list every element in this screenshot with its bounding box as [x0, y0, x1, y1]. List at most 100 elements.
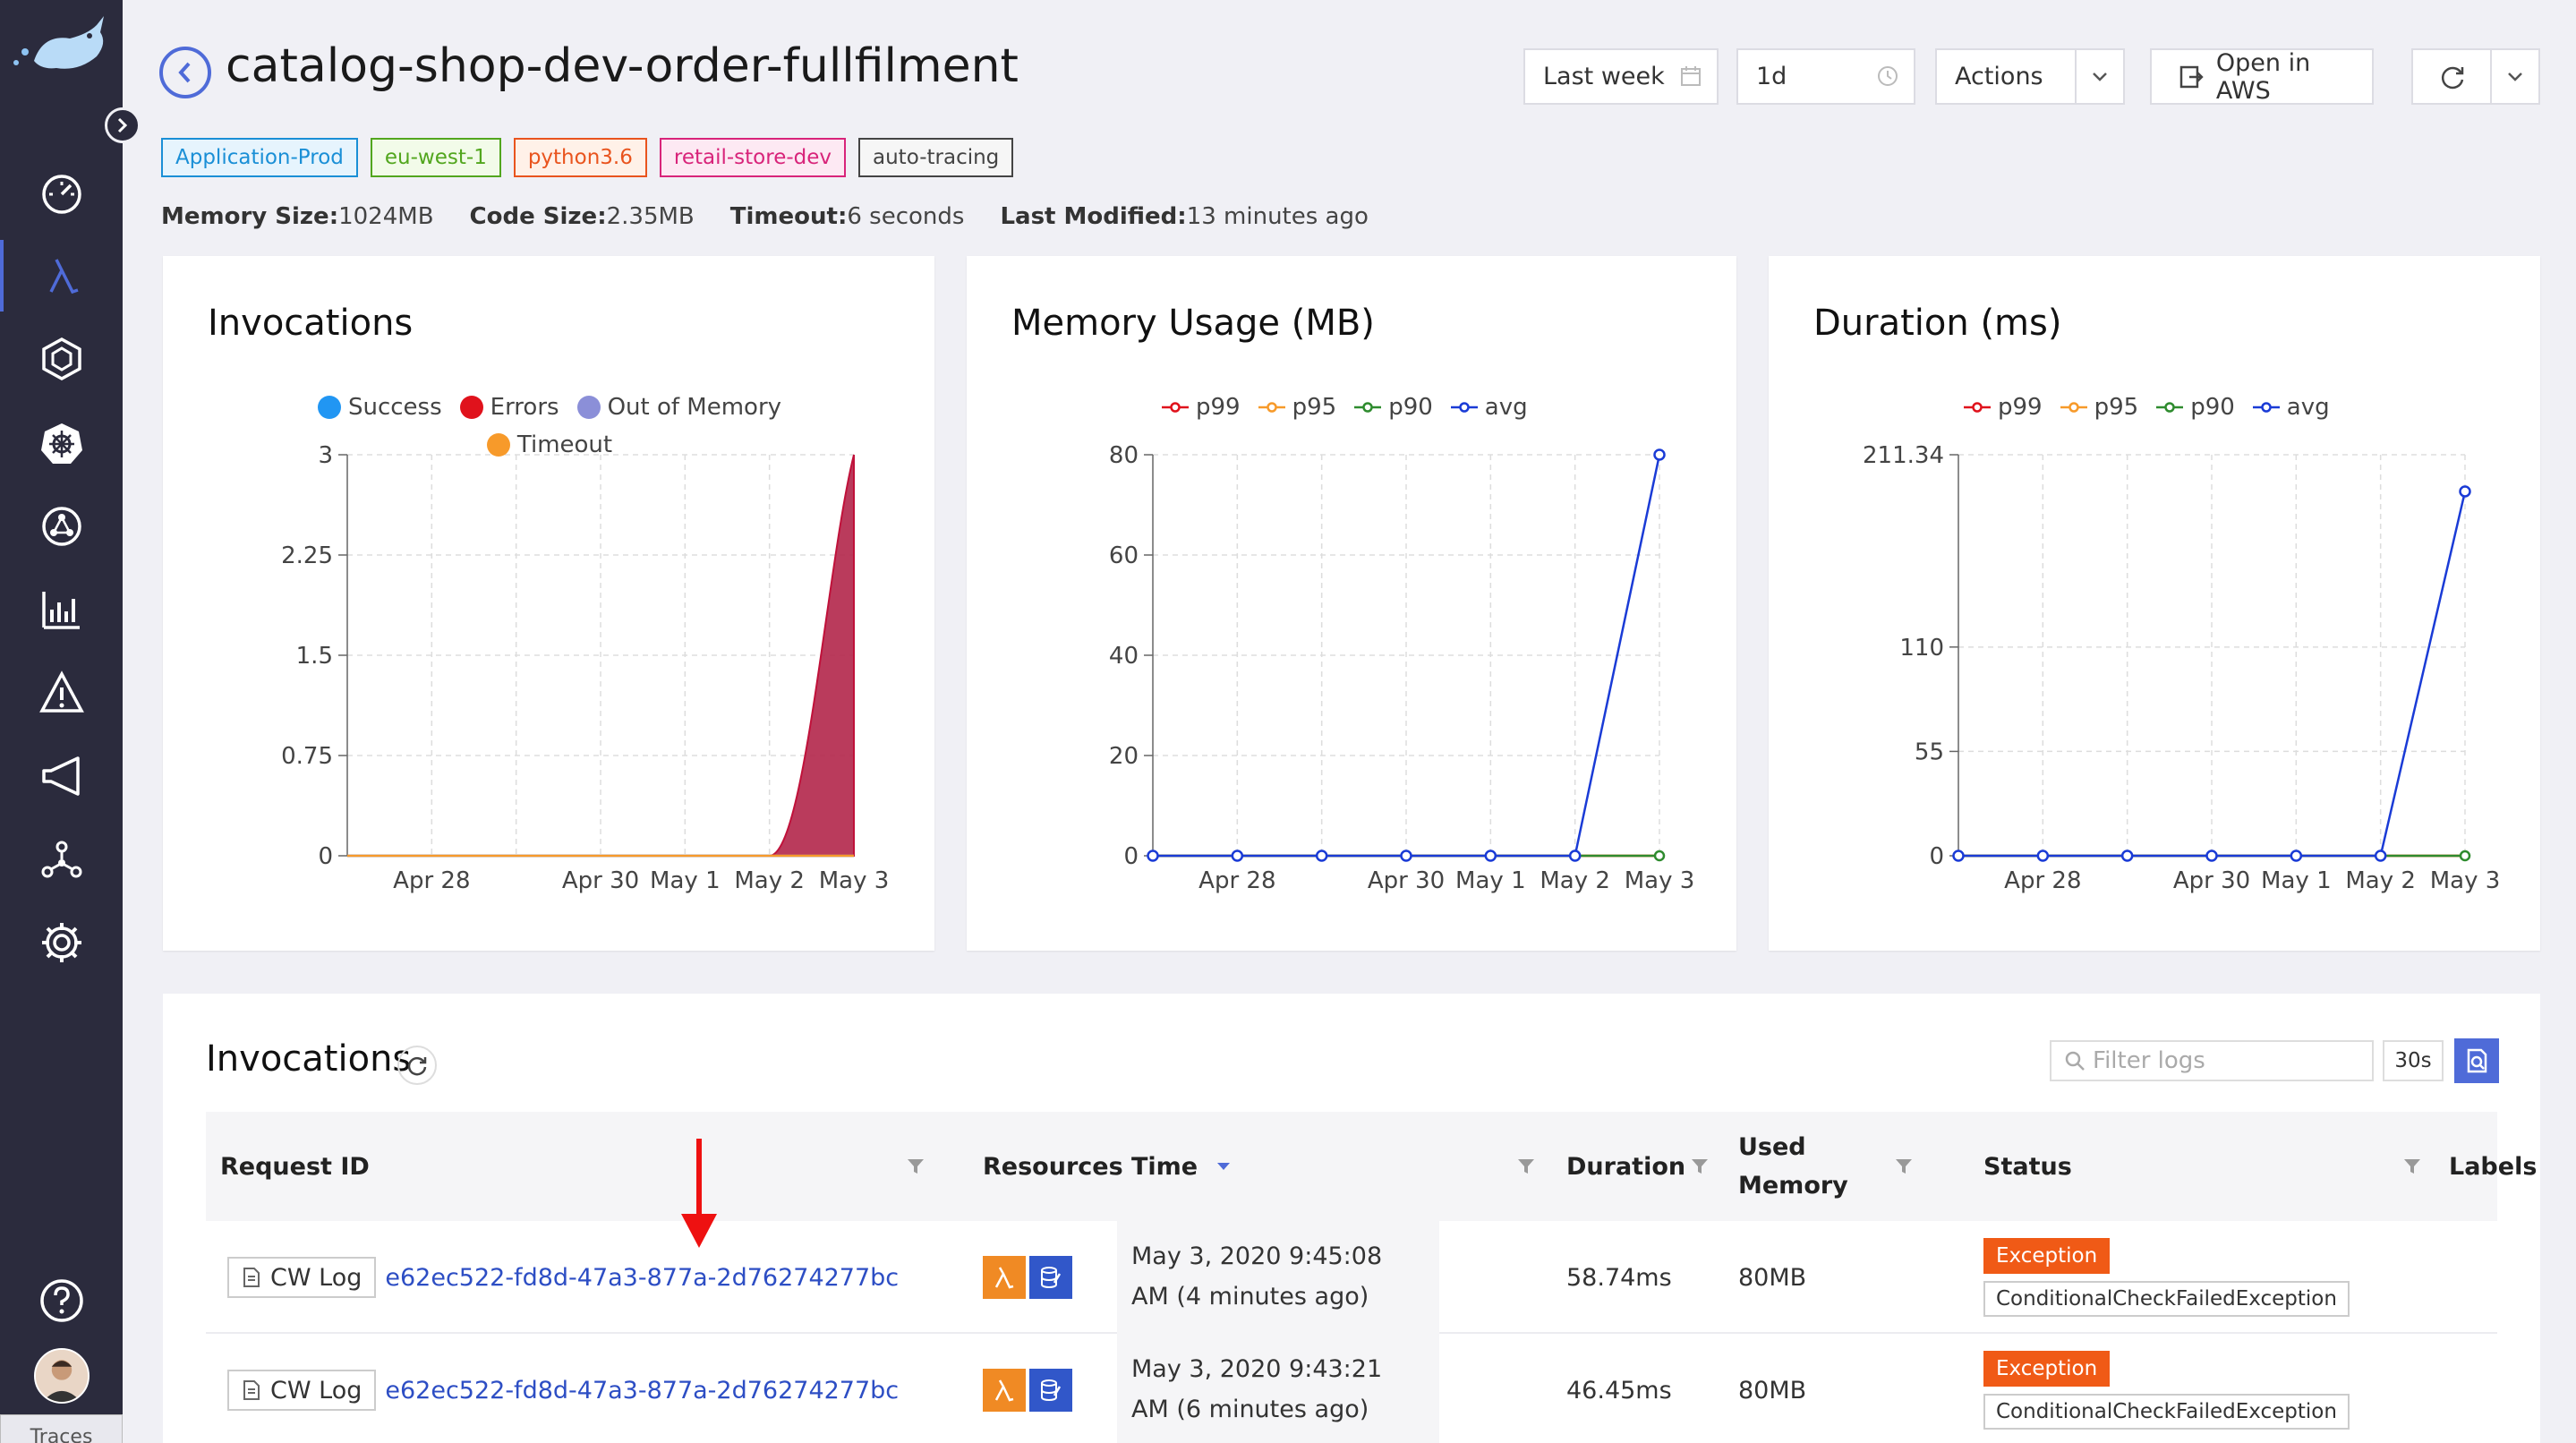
resources-cell	[983, 1221, 1076, 1334]
actions-dropdown-toggle[interactable]	[2075, 50, 2123, 103]
meta-memory-size: Memory Size:1024MB	[161, 203, 434, 230]
status-badge: Exception	[1983, 1351, 2111, 1387]
data-point[interactable]	[2459, 850, 2471, 862]
table-row[interactable]: CW Log e62ec522-fd8d-47a3-877a-2d7627427…	[206, 1334, 2497, 1443]
filter-icon[interactable]	[1516, 1157, 1536, 1176]
legend-item[interactable]: p99	[1964, 394, 2043, 421]
data-point[interactable]	[2036, 850, 2050, 862]
legend-label: Errors	[490, 394, 559, 421]
legend-item[interactable]: p90	[2156, 394, 2235, 421]
data-point[interactable]	[2374, 850, 2387, 862]
data-point[interactable]	[2120, 850, 2134, 862]
avatar[interactable]	[34, 1348, 90, 1404]
cw-log-button[interactable]: CW Log	[227, 1257, 377, 1298]
x-tick-label: Apr 30	[1368, 867, 1445, 894]
lambda-resource-icon[interactable]	[983, 1256, 1026, 1299]
tag-0[interactable]: Application-Prod	[161, 138, 358, 177]
data-point[interactable]	[2205, 850, 2218, 862]
refresh-icon	[2441, 66, 2464, 89]
sidebar-item-kubernetes[interactable]	[0, 407, 123, 479]
tag-4[interactable]: auto-tracing	[858, 138, 1014, 177]
filter-icon[interactable]	[2402, 1157, 2422, 1176]
sidebar-item-dashboard[interactable]	[0, 157, 123, 228]
legend-item[interactable]: p95	[1258, 394, 1336, 421]
table-row[interactable]: CW Log e62ec522-fd8d-47a3-877a-2d7627427…	[206, 1221, 2497, 1334]
request-id-link[interactable]: e62ec522-fd8d-47a3-877a-2d76274277bc	[385, 1264, 899, 1292]
sidebar-item-functions[interactable]	[0, 240, 123, 312]
sidebar-item-network[interactable]	[0, 491, 123, 562]
legend-item[interactable]: Timeout	[486, 431, 612, 458]
invocations-refresh-button[interactable]	[397, 1046, 437, 1085]
sort-down-icon[interactable]	[1215, 1161, 1232, 1172]
calendar-icon	[1681, 66, 1701, 86]
filter-icon[interactable]	[1690, 1157, 1710, 1176]
column-request-id[interactable]: Request ID	[220, 1112, 370, 1221]
data-point[interactable]	[1231, 850, 1244, 862]
open-in-aws-button[interactable]: Open in AWS	[2150, 48, 2374, 105]
sidebar-item-metrics[interactable]	[0, 574, 123, 645]
legend-item[interactable]: Success	[317, 394, 442, 421]
legend-item[interactable]: Errors	[459, 394, 559, 421]
chart-canvas: 00.751.52.253Apr 28 Apr 30 May 1 May 2 May 3	[281, 442, 889, 894]
sidebar-item-announcements[interactable]	[0, 740, 123, 812]
data-point[interactable]	[1400, 850, 1412, 862]
data-point[interactable]	[1568, 850, 1582, 862]
legend-item[interactable]: p90	[1354, 394, 1433, 421]
log-search-button[interactable]	[2454, 1038, 2499, 1083]
help-icon	[39, 1279, 83, 1322]
filter-icon[interactable]	[1894, 1157, 1914, 1176]
legend-item[interactable]: Out of Memory	[576, 394, 781, 421]
chevron-down-icon	[2093, 72, 2107, 81]
interval-picker[interactable]: 1d	[1736, 48, 1915, 105]
legend-line-icon	[2060, 402, 2087, 413]
time-range-picker[interactable]: Last week	[1523, 48, 1719, 105]
help-button[interactable]	[0, 1265, 123, 1336]
data-point[interactable]	[2290, 850, 2303, 862]
traces-tab[interactable]: Traces	[0, 1414, 123, 1443]
data-point[interactable]	[1653, 850, 1666, 862]
legend-line-icon	[1354, 402, 1382, 413]
y-tick-label: 80	[1109, 442, 1139, 469]
column-duration[interactable]: Duration	[1566, 1112, 1685, 1221]
data-point[interactable]	[1653, 448, 1666, 461]
dynamodb-resource-icon[interactable]	[1029, 1256, 1072, 1299]
x-tick-label: May 2	[734, 867, 805, 894]
column-time[interactable]: Time	[1131, 1112, 1232, 1221]
column-status[interactable]: Status	[1983, 1112, 2072, 1221]
duration-cell: 58.74ms	[1566, 1263, 1672, 1292]
sidebar-item-containers[interactable]	[0, 323, 123, 395]
column-used-memory[interactable]: Used Memory	[1738, 1112, 1848, 1221]
sidebar-item-architecture[interactable]	[0, 824, 123, 895]
refresh-dropdown[interactable]	[2411, 48, 2540, 105]
sidebar-item-alerts[interactable]	[0, 657, 123, 729]
log-interval-select[interactable]: 30s	[2383, 1040, 2444, 1081]
legend-item[interactable]: p95	[2060, 394, 2138, 421]
data-point[interactable]	[2459, 485, 2471, 498]
legend-item[interactable]: avg	[2252, 394, 2330, 421]
x-tick-label: May 3	[1625, 867, 1695, 894]
chart-canvas: 0 20 40 60 80 Apr 28 Apr 30 May 1 May 2 May 3	[1109, 442, 1695, 894]
tag-2[interactable]: python3.6	[513, 138, 647, 177]
request-id-link[interactable]: e62ec522-fd8d-47a3-877a-2d76274277bc	[385, 1377, 899, 1405]
legend-item[interactable]: avg	[1450, 394, 1528, 421]
filter-icon[interactable]	[906, 1157, 925, 1176]
data-point[interactable]	[1147, 850, 1159, 862]
data-point[interactable]	[1952, 850, 1965, 862]
tag-3[interactable]: retail-store-dev	[659, 138, 847, 177]
sidebar-collapse-button[interactable]	[105, 107, 141, 143]
legend-label: avg	[1484, 394, 1528, 421]
tag-1[interactable]: eu-west-1	[370, 138, 501, 177]
lambda-resource-icon[interactable]	[983, 1369, 1026, 1412]
filter-logs-input[interactable]: Filter logs	[2050, 1040, 2374, 1081]
data-point[interactable]	[1315, 850, 1328, 862]
x-tick-label: Apr 28	[393, 867, 470, 894]
legend-item[interactable]: p99	[1162, 394, 1241, 421]
back-button[interactable]	[159, 47, 211, 98]
data-point[interactable]	[1484, 850, 1497, 862]
function-meta: Memory Size:1024MB Code Size:2.35MB Time…	[161, 203, 1369, 230]
refresh-dropdown-toggle[interactable]	[2490, 50, 2538, 103]
sidebar-item-settings[interactable]	[0, 907, 123, 978]
actions-dropdown[interactable]: Actions	[1935, 48, 2125, 105]
dynamodb-resource-icon[interactable]	[1029, 1369, 1072, 1412]
cw-log-button[interactable]: CW Log	[227, 1370, 377, 1411]
